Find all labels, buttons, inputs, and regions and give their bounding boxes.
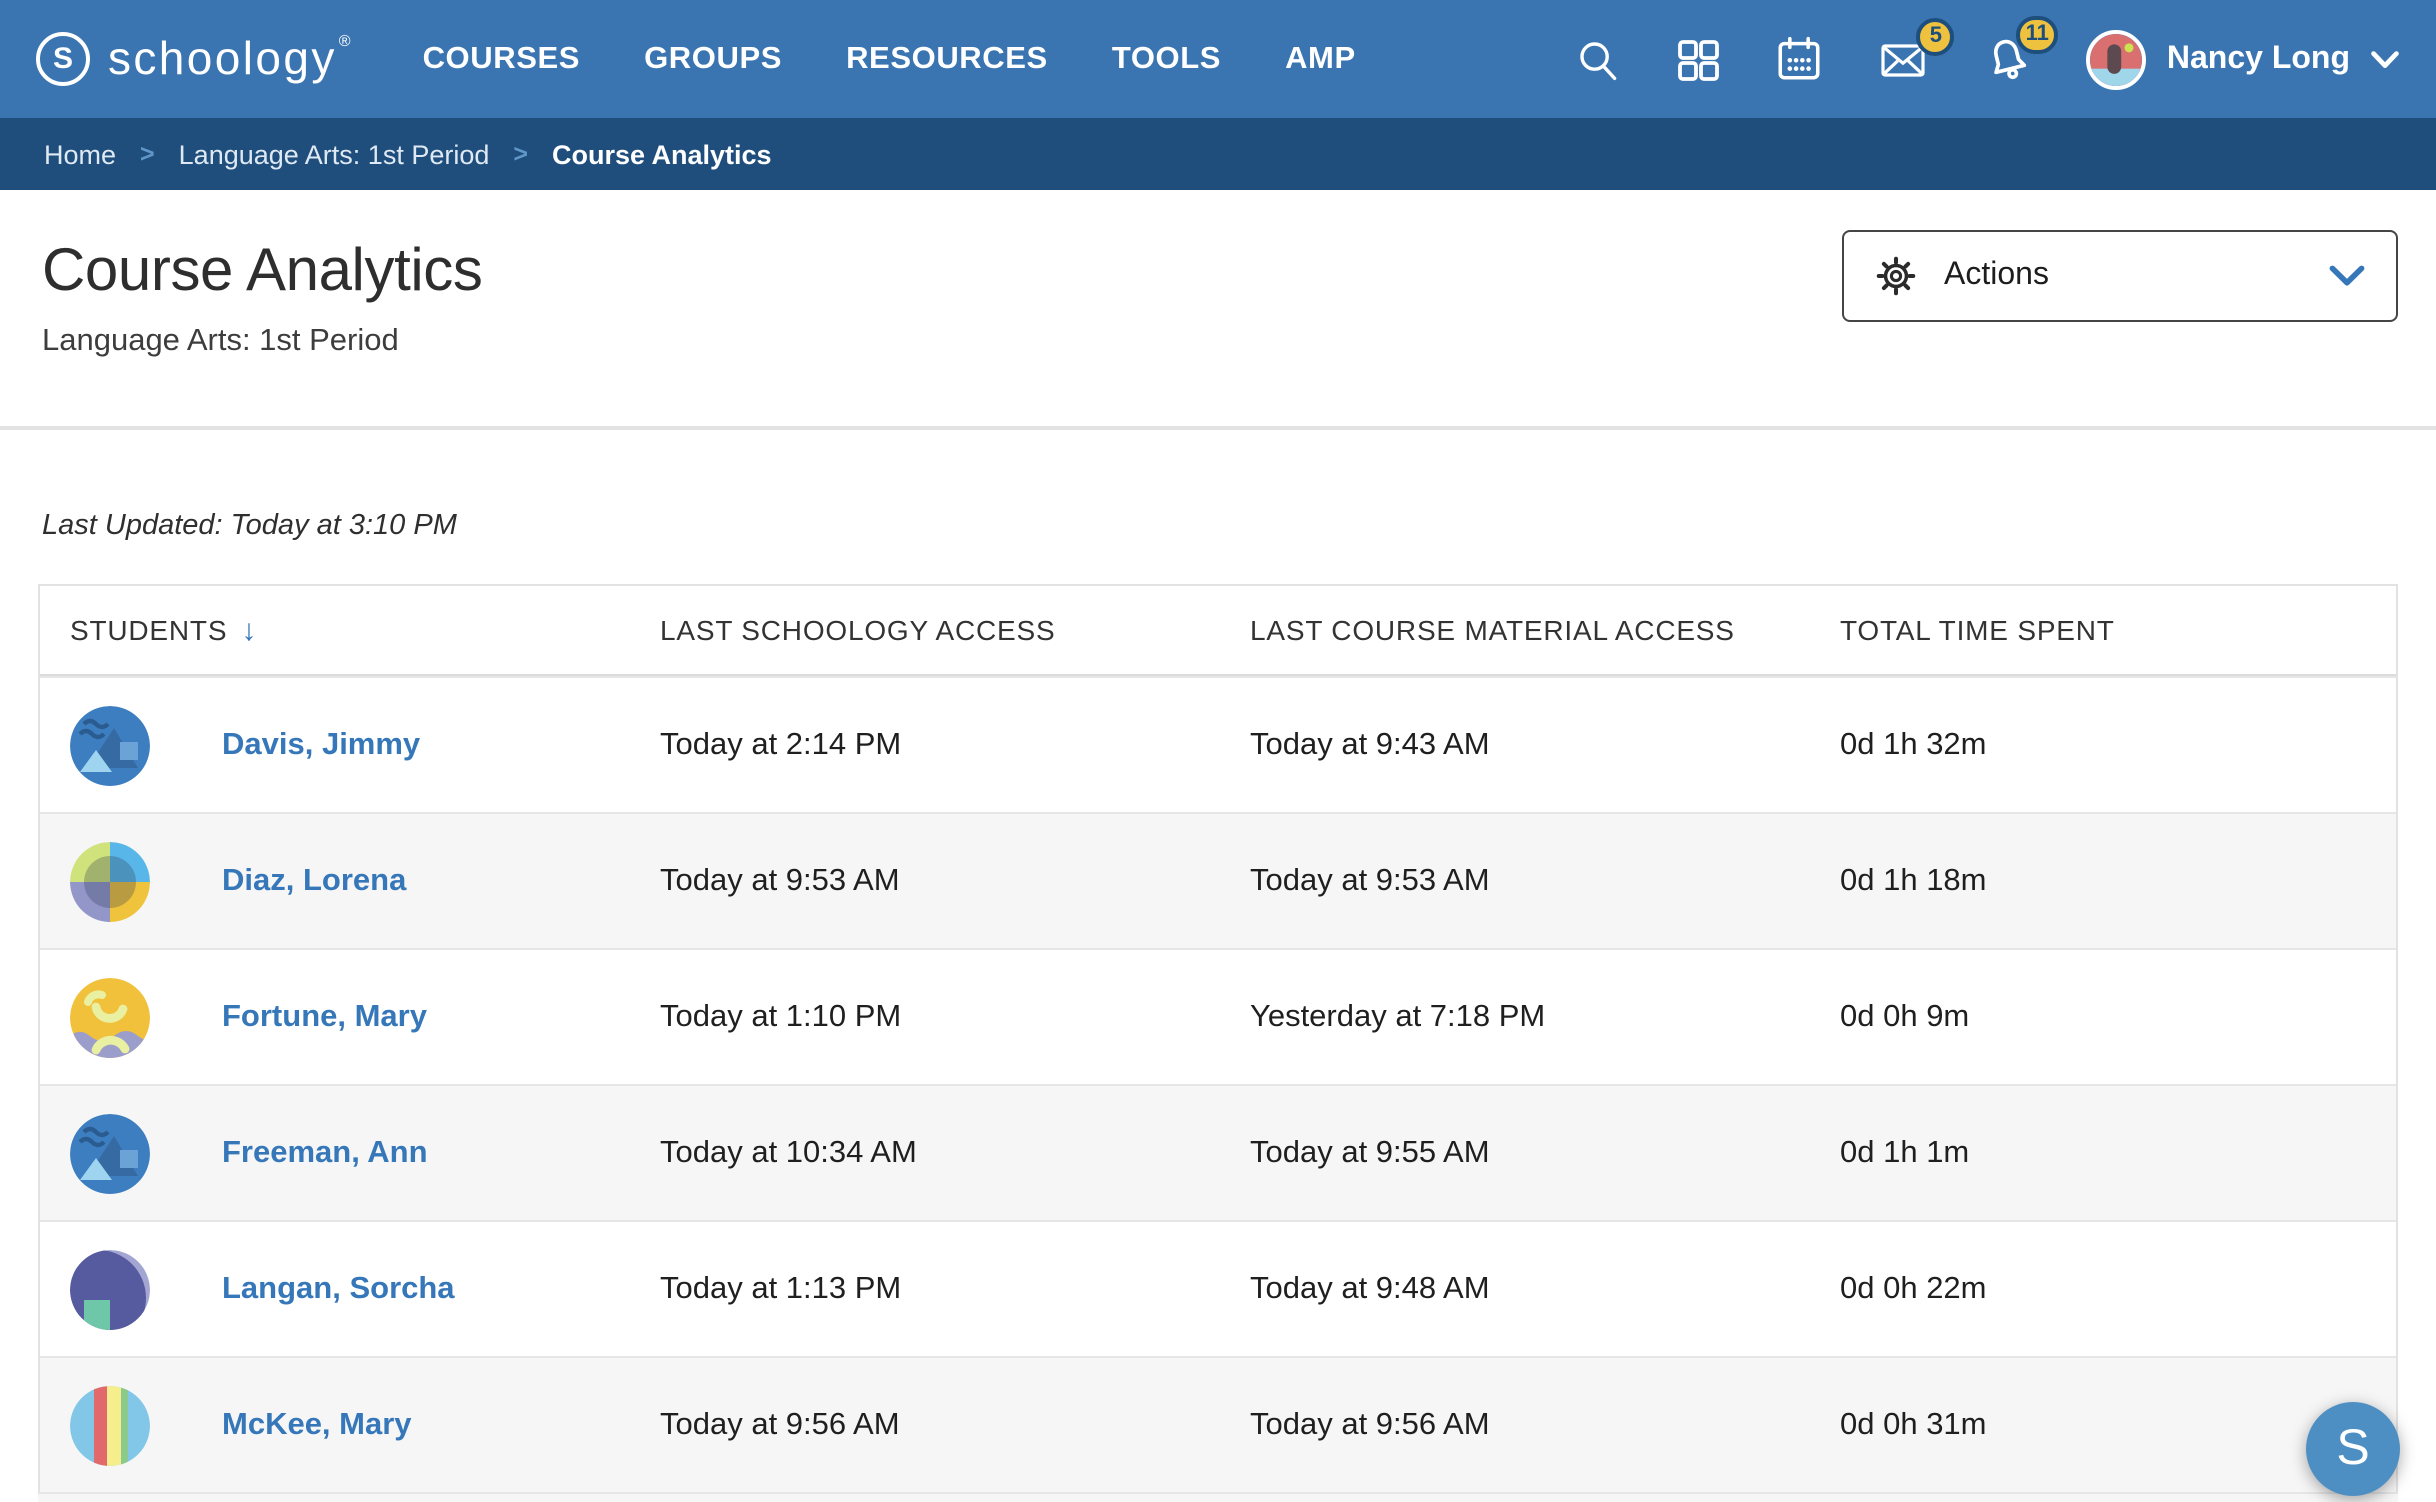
apps-grid-icon[interactable] bbox=[1675, 35, 1723, 83]
sort-desc-icon: ↓ bbox=[241, 613, 258, 647]
notifications-count-badge: 11 bbox=[2015, 15, 2059, 53]
student-link[interactable]: Freeman, Ann bbox=[222, 1135, 428, 1171]
last-schoology-access-value: Today at 1:13 PM bbox=[660, 1271, 902, 1305]
column-header-students[interactable]: STUDENTS ↓ bbox=[40, 613, 660, 647]
section-divider bbox=[0, 426, 2436, 430]
user-chevron-down-icon bbox=[2371, 50, 2399, 68]
last-material-access-value: Today at 9:43 AM bbox=[1250, 727, 1490, 761]
table-row: Diaz, Lorena Today at 9:53 AM Today at 9… bbox=[40, 812, 2396, 948]
student-link[interactable]: McKee, Mary bbox=[222, 1407, 412, 1443]
student-link[interactable]: Davis, Jimmy bbox=[222, 727, 420, 763]
messages-count-badge: 5 bbox=[1916, 17, 1955, 55]
column-header-last-schoology-access[interactable]: LAST SCHOOLOGY ACCESS bbox=[660, 614, 1250, 646]
user-avatar bbox=[2086, 29, 2147, 89]
total-time-value: 0d 0h 9m bbox=[1840, 999, 1970, 1033]
total-time-value: 0d 1h 18m bbox=[1840, 863, 1987, 897]
breadcrumb-current: Course Analytics bbox=[552, 139, 772, 169]
last-material-access-value: Today at 9:55 AM bbox=[1250, 1135, 1490, 1169]
last-schoology-access-value: Today at 9:56 AM bbox=[660, 1407, 900, 1441]
user-name: Nancy Long bbox=[2166, 41, 2350, 75]
user-menu[interactable]: Nancy Long bbox=[2086, 29, 2400, 89]
total-time-value: 0d 1h 1m bbox=[1840, 1135, 1970, 1169]
column-header-total-time-spent[interactable]: TOTAL TIME SPENT bbox=[1840, 614, 2396, 646]
stripes-avatar bbox=[70, 1385, 150, 1465]
breadcrumb: Home > Language Arts: 1st Period > Cours… bbox=[0, 118, 2436, 190]
student-link[interactable]: Langan, Sorcha bbox=[222, 1271, 455, 1307]
table-row: Davis, Jimmy Today at 2:14 PM Today at 9… bbox=[40, 676, 2396, 812]
total-time-value: 0d 0h 22m bbox=[1840, 1271, 1987, 1305]
schoology-course-analytics-page: S schoology ® COURSES GROUPS RESOURCES TO… bbox=[0, 0, 2436, 1502]
calendar-icon[interactable] bbox=[1775, 34, 1825, 84]
purple-crescent-avatar bbox=[70, 1249, 150, 1329]
last-schoology-access-value: Today at 2:14 PM bbox=[660, 727, 902, 761]
schoology-s-icon: S bbox=[36, 32, 90, 86]
breadcrumb-separator: > bbox=[140, 140, 155, 168]
table-row: McKee, Mary Today at 9:56 AM Today at 9:… bbox=[40, 1356, 2396, 1492]
table-row: Fortune, Mary Today at 1:10 PM Yesterday… bbox=[40, 948, 2396, 1084]
search-icon[interactable] bbox=[1575, 35, 1623, 83]
blue-mountains-avatar bbox=[70, 1113, 150, 1193]
yellow-waves-avatar bbox=[70, 977, 150, 1057]
actions-button[interactable]: Actions bbox=[1842, 230, 2398, 322]
nav-link-resources[interactable]: RESOURCES bbox=[846, 41, 1048, 77]
table-header-row: STUDENTS ↓ LAST SCHOOLOGY ACCESS LAST CO… bbox=[40, 586, 2396, 676]
nav-utilities: 5 11 Nancy Long bbox=[1575, 15, 2400, 89]
last-material-access-value: Today at 9:48 AM bbox=[1250, 1271, 1490, 1305]
breadcrumb-separator: > bbox=[513, 140, 528, 168]
last-schoology-access-value: Today at 10:34 AM bbox=[660, 1135, 917, 1169]
breadcrumb-course[interactable]: Language Arts: 1st Period bbox=[179, 139, 490, 169]
page-header: Course Analytics Language Arts: 1st Peri… bbox=[0, 190, 2436, 426]
last-material-access-value: Today at 9:56 AM bbox=[1250, 1407, 1490, 1441]
table-row: Langan, Sorcha Today at 1:13 PM Today at… bbox=[40, 1220, 2396, 1356]
last-updated-text: Last Updated: Today at 3:10 PM bbox=[42, 510, 457, 542]
nav-links: COURSES GROUPS RESOURCES TOOLS AMP bbox=[423, 41, 1356, 77]
last-material-access-value: Yesterday at 7:18 PM bbox=[1250, 999, 1546, 1033]
last-material-access-value: Today at 9:53 AM bbox=[1250, 863, 1490, 897]
schoology-logo[interactable]: S schoology ® bbox=[36, 32, 351, 86]
next-row-partial bbox=[38, 1492, 2398, 1502]
total-time-value: 0d 1h 32m bbox=[1840, 727, 1987, 761]
actions-chevron-down-icon bbox=[2328, 264, 2366, 288]
student-link[interactable]: Fortune, Mary bbox=[222, 999, 427, 1035]
top-nav: S schoology ® COURSES GROUPS RESOURCES TO… bbox=[0, 0, 2436, 118]
quadrants-avatar bbox=[70, 841, 150, 921]
notifications-icon[interactable]: 11 bbox=[1983, 15, 2059, 85]
blue-mountains-avatar bbox=[70, 705, 150, 785]
nav-link-groups[interactable]: GROUPS bbox=[644, 41, 782, 77]
table-row: Freeman, Ann Today at 10:34 AM Today at … bbox=[40, 1084, 2396, 1220]
course-analytics-table: STUDENTS ↓ LAST SCHOOLOGY ACCESS LAST CO… bbox=[38, 584, 2398, 1492]
column-header-last-course-material-access[interactable]: LAST COURSE MATERIAL ACCESS bbox=[1250, 614, 1840, 646]
breadcrumb-home[interactable]: Home bbox=[44, 139, 116, 169]
schoology-wordmark: schoology ® bbox=[108, 32, 351, 84]
nav-link-amp[interactable]: AMP bbox=[1285, 41, 1356, 77]
actions-button-label: Actions bbox=[1944, 258, 2049, 292]
last-schoology-access-value: Today at 1:10 PM bbox=[660, 999, 902, 1033]
nav-link-courses[interactable]: COURSES bbox=[423, 41, 581, 77]
student-link[interactable]: Diaz, Lorena bbox=[222, 863, 406, 899]
gear-icon bbox=[1876, 256, 1916, 296]
nav-link-tools[interactable]: TOOLS bbox=[1112, 41, 1221, 77]
schoology-floating-button[interactable]: S bbox=[2306, 1402, 2400, 1496]
messages-icon[interactable]: 5 bbox=[1877, 17, 1955, 83]
page-subtitle: Language Arts: 1st Period bbox=[42, 324, 399, 358]
last-schoology-access-value: Today at 9:53 AM bbox=[660, 863, 900, 897]
